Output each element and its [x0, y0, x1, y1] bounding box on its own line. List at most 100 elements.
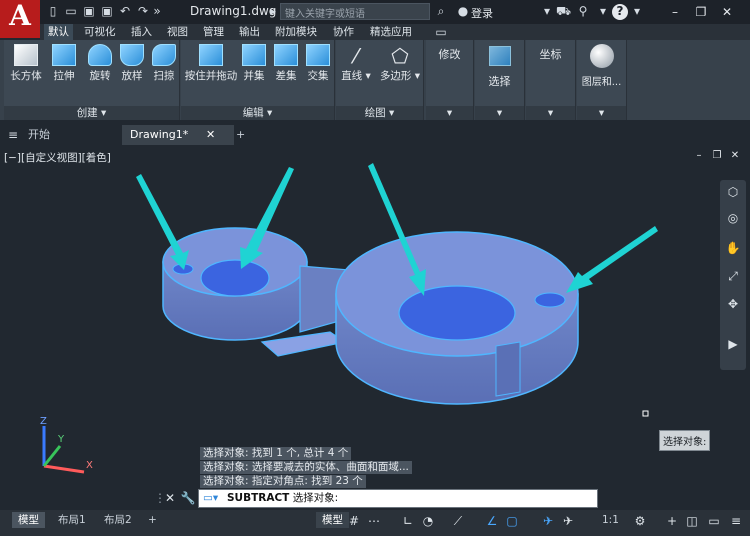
file-tabs-menu-icon[interactable]: ≡: [6, 128, 20, 142]
loft-button[interactable]: 放样: [114, 44, 150, 83]
orbit-icon[interactable]: ✥: [725, 296, 741, 312]
model-canvas[interactable]: Z Y X: [0, 146, 750, 510]
polygon-button[interactable]: ⬠ 多边形 ▾: [378, 44, 422, 83]
ribbon-group-select[interactable]: 选择 ▾: [475, 40, 525, 120]
login-link[interactable]: 登录: [471, 5, 493, 21]
ribbon-tab-visualize[interactable]: 可视化: [80, 24, 120, 40]
box-button[interactable]: 长方体: [8, 44, 44, 83]
customization-menu-icon[interactable]: ≡: [728, 513, 744, 529]
layers-expand[interactable]: ▾: [577, 106, 626, 120]
union-button[interactable]: 并集: [239, 44, 269, 83]
ribbon-group-coordinates[interactable]: 坐标 ▾: [526, 40, 576, 120]
auto-scale-icon[interactable]: ✈: [560, 513, 576, 529]
ribbon-tab-featured[interactable]: 精选应用: [366, 24, 416, 40]
save-icon[interactable]: ▣: [82, 4, 96, 18]
annotation-monitor-plus-icon[interactable]: +: [664, 513, 680, 529]
workspace-gear-icon[interactable]: ⚙: [632, 513, 648, 529]
snap-icon[interactable]: ⋯: [366, 513, 382, 529]
sweep-icon: [152, 44, 176, 66]
tab-model[interactable]: 模型: [12, 512, 45, 528]
command-prompt: 选择对象:: [292, 492, 339, 504]
close-button[interactable]: ✕: [716, 3, 738, 21]
open-folder-icon[interactable]: ▭: [64, 4, 78, 18]
new-tab-button[interactable]: +: [228, 125, 253, 145]
search-input[interactable]: 键入关键字或短语: [280, 3, 430, 20]
add-layout-button[interactable]: +: [142, 512, 163, 528]
tab-drawing1[interactable]: Drawing1* ✕: [122, 125, 234, 145]
clean-screen-icon[interactable]: ▭: [706, 513, 722, 529]
zoom-extents-icon[interactable]: ⤢: [725, 268, 741, 284]
large-disc[interactable]: [335, 231, 579, 405]
annotation-visibility-icon[interactable]: ✈: [540, 513, 556, 529]
small-disc[interactable]: [162, 227, 308, 341]
close-tab-icon[interactable]: ✕: [206, 125, 215, 145]
ribbon-tab-manage[interactable]: 管理: [199, 24, 228, 40]
ribbon-group-edit: 按住并拖动 并集 差集 交集 编辑 ▾: [181, 40, 335, 120]
intersect-icon: [306, 44, 330, 66]
application-menu-button[interactable]: A: [0, 0, 40, 38]
line-icon: ⁄: [354, 44, 358, 68]
redo-icon[interactable]: ↷: [136, 4, 150, 18]
intersect-button[interactable]: 交集: [303, 44, 333, 83]
svg-text:Y: Y: [57, 434, 65, 445]
steering-wheel-icon[interactable]: ◎: [725, 210, 741, 226]
ribbon-group-create-label[interactable]: 创建 ▾: [4, 106, 179, 120]
dropdown-icon[interactable]: ▾: [630, 4, 644, 18]
tab-start[interactable]: 开始: [20, 125, 122, 145]
dropdown-icon[interactable]: ▾: [596, 4, 610, 18]
grid-icon[interactable]: #: [346, 513, 362, 529]
ribbon-group-modify[interactable]: 修改 ▾: [426, 40, 474, 120]
pan-hand-icon[interactable]: ✋: [725, 240, 741, 256]
ribbon-group-layers[interactable]: 图层和... ▾: [577, 40, 627, 120]
command-input[interactable]: ▭▾ SUBTRACT 选择对象:: [198, 489, 598, 508]
extrude-button[interactable]: 拉伸: [46, 44, 82, 83]
revolve-button[interactable]: 旋转: [82, 44, 118, 83]
network-icon[interactable]: ⚲: [576, 4, 590, 18]
tab-layout2[interactable]: 布局2: [98, 512, 138, 528]
more-icon[interactable]: »: [150, 4, 164, 18]
ribbon-group-edit-label[interactable]: 编辑 ▾: [181, 106, 334, 120]
isolate-objects-icon[interactable]: ◫: [684, 513, 700, 529]
subtract-button[interactable]: 差集: [271, 44, 301, 83]
object-snap-tracking-icon[interactable]: ∠: [484, 513, 500, 529]
object-snap-icon[interactable]: ▢: [504, 513, 520, 529]
ribbon-group-draw-label[interactable]: 绘图 ▾: [336, 106, 423, 120]
layers-globe-icon: [590, 44, 614, 68]
save-as-icon[interactable]: ▣: [100, 4, 114, 18]
annotation-scale[interactable]: 1:1: [596, 512, 625, 528]
cart-icon[interactable]: ⛟: [556, 4, 571, 18]
select-expand[interactable]: ▾: [475, 106, 524, 120]
polar-icon[interactable]: ◔: [420, 513, 436, 529]
ribbon-tab-insert[interactable]: 插入: [127, 24, 156, 40]
modify-expand[interactable]: ▾: [426, 106, 473, 120]
minimize-button[interactable]: –: [664, 3, 686, 21]
ribbon-options-icon[interactable]: ▭: [434, 25, 448, 39]
ribbon-tab-default[interactable]: 默认: [44, 24, 73, 40]
command-name: SUBTRACT: [227, 492, 290, 504]
isodraft-icon[interactable]: ⟋: [450, 513, 466, 529]
ribbon-tab-addins[interactable]: 附加模块: [271, 24, 321, 40]
coordinates-expand[interactable]: ▾: [526, 106, 575, 120]
restore-button[interactable]: ❐: [690, 3, 712, 21]
help-icon[interactable]: ?: [612, 4, 628, 20]
sweep-button[interactable]: 扫掠: [146, 44, 182, 83]
ribbon-tab-collaborate[interactable]: 协作: [329, 24, 358, 40]
tab-layout1[interactable]: 布局1: [52, 512, 92, 528]
close-command-icon[interactable]: ✕: [162, 490, 178, 506]
customize-wrench-icon[interactable]: 🔧: [180, 490, 196, 506]
line-button[interactable]: ⁄ 直线 ▾: [338, 44, 374, 83]
undo-icon[interactable]: ↶: [118, 4, 132, 18]
subtract-icon: [274, 44, 298, 66]
ortho-icon[interactable]: ∟: [400, 513, 416, 529]
dropdown-icon[interactable]: ▾: [540, 4, 554, 18]
presspull-button[interactable]: 按住并拖动: [183, 44, 239, 83]
new-file-icon[interactable]: ▯: [46, 4, 60, 18]
chevron-right-icon[interactable]: ▸: [266, 4, 280, 18]
user-icon[interactable]: ●: [456, 4, 470, 18]
model-space-button[interactable]: 模型: [316, 512, 349, 528]
ribbon-tab-view[interactable]: 视图: [163, 24, 192, 40]
viewcube-icon[interactable]: ⬡: [725, 184, 741, 200]
search-icon[interactable]: ⌕: [434, 4, 448, 18]
ribbon-tab-output[interactable]: 输出: [235, 24, 264, 40]
showmotion-icon[interactable]: ▶: [725, 336, 741, 352]
